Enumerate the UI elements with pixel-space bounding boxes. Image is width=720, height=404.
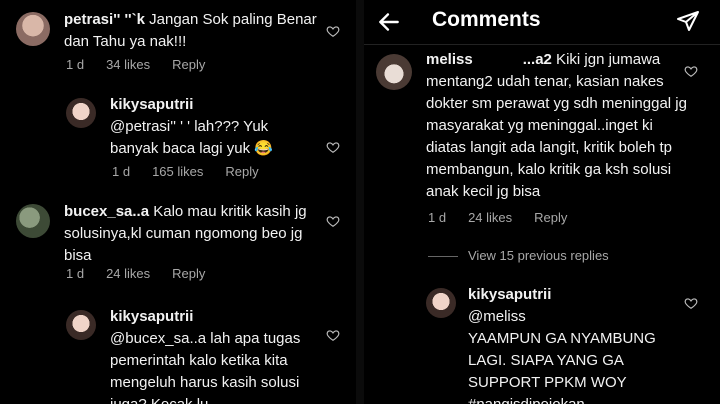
reply-button[interactable]: Reply (534, 210, 567, 225)
comment-text: bucex_sa..a Kalo mau kritik kasih jg sol… (64, 203, 307, 264)
comment-meta: 1 d 24 likes Reply (428, 210, 589, 225)
like-heart-icon[interactable] (326, 24, 340, 38)
comment-text: meliss ...a2 Kiki jgn jumawa mentang2 uda… (426, 51, 687, 200)
comment-username[interactable]: bucex_sa..a (64, 203, 149, 220)
like-count[interactable]: 34 likes (106, 57, 150, 72)
like-heart-icon[interactable] (684, 64, 698, 78)
mention[interactable]: @meliss (468, 306, 678, 328)
comment-meliss: meliss ...a2 Kiki jgn jumawa mentang2 uda… (364, 46, 720, 236)
reply-kikysaputrii-2: kikysaputrii @bucex_sa..a lah apa tugas … (0, 302, 356, 404)
avatar[interactable] (426, 288, 456, 318)
comment-age: 1 d (428, 210, 447, 225)
comment-username[interactable]: petrasi'' ''`k (64, 11, 145, 28)
page-title: Comments (432, 8, 541, 31)
like-count[interactable]: 165 likes (152, 164, 203, 179)
reply-kikysaputrii-3: kikysaputrii @meliss YAAMPUN GA NYAMBUNG… (364, 282, 720, 404)
header-divider (364, 44, 720, 45)
comment-meta: 1 d 34 likes Reply (66, 57, 227, 72)
comment-bucex: bucex_sa..a Kalo mau kritik kasih jg sol… (0, 196, 356, 296)
comment-petrasi: petrasi'' ''`k Jangan Sok paling Benar d… (0, 0, 356, 80)
comment-age: 1 d (66, 57, 85, 72)
like-count[interactable]: 24 likes (106, 266, 150, 281)
avatar[interactable] (16, 204, 50, 238)
view-previous-replies-button[interactable]: View 15 previous replies (468, 248, 609, 263)
avatar[interactable] (16, 12, 50, 46)
comment-username[interactable]: kikysaputrii (110, 94, 310, 116)
comment-username[interactable]: meliss ...a2 (426, 51, 552, 68)
send-icon[interactable] (676, 9, 700, 33)
comment-meta: 1 d 165 likes Reply (112, 164, 281, 179)
comment-username[interactable]: kikysaputrii (468, 284, 678, 306)
reply-button[interactable]: Reply (172, 57, 205, 72)
avatar[interactable] (66, 98, 96, 128)
comment-text: kikysaputrii @petrasi'' ' ' lah??? Yuk b… (110, 94, 310, 160)
reply-button[interactable]: Reply (225, 164, 258, 179)
left-comments-panel: petrasi'' ''`k Jangan Sok paling Benar d… (0, 0, 356, 404)
like-heart-icon[interactable] (326, 214, 340, 228)
panel-divider (356, 0, 364, 404)
back-arrow-icon[interactable] (376, 9, 402, 35)
comment-age: 1 d (112, 164, 131, 179)
reply-kikysaputrii-1: kikysaputrii @petrasi'' ' ' lah??? Yuk b… (0, 90, 356, 190)
like-heart-icon[interactable] (684, 296, 698, 310)
comment-username[interactable]: kikysaputrii (110, 306, 324, 328)
comment-meta: 1 d 24 likes Reply (66, 266, 227, 281)
avatar[interactable] (376, 54, 412, 90)
avatar[interactable] (66, 310, 96, 340)
comment-text: kikysaputrii @meliss YAAMPUN GA NYAMBUNG… (468, 284, 678, 404)
reply-button[interactable]: Reply (172, 266, 205, 281)
right-comments-panel: Comments meliss ...a2 Kiki jgn jumawa men… (364, 0, 720, 404)
view-replies-line (428, 256, 458, 257)
like-heart-icon[interactable] (326, 328, 340, 342)
comment-text: kikysaputrii @bucex_sa..a lah apa tugas … (110, 306, 324, 404)
like-count[interactable]: 24 likes (468, 210, 512, 225)
like-heart-icon[interactable] (326, 140, 340, 154)
comment-text: petrasi'' ''`k Jangan Sok paling Benar d… (64, 11, 317, 50)
comment-age: 1 d (66, 266, 85, 281)
